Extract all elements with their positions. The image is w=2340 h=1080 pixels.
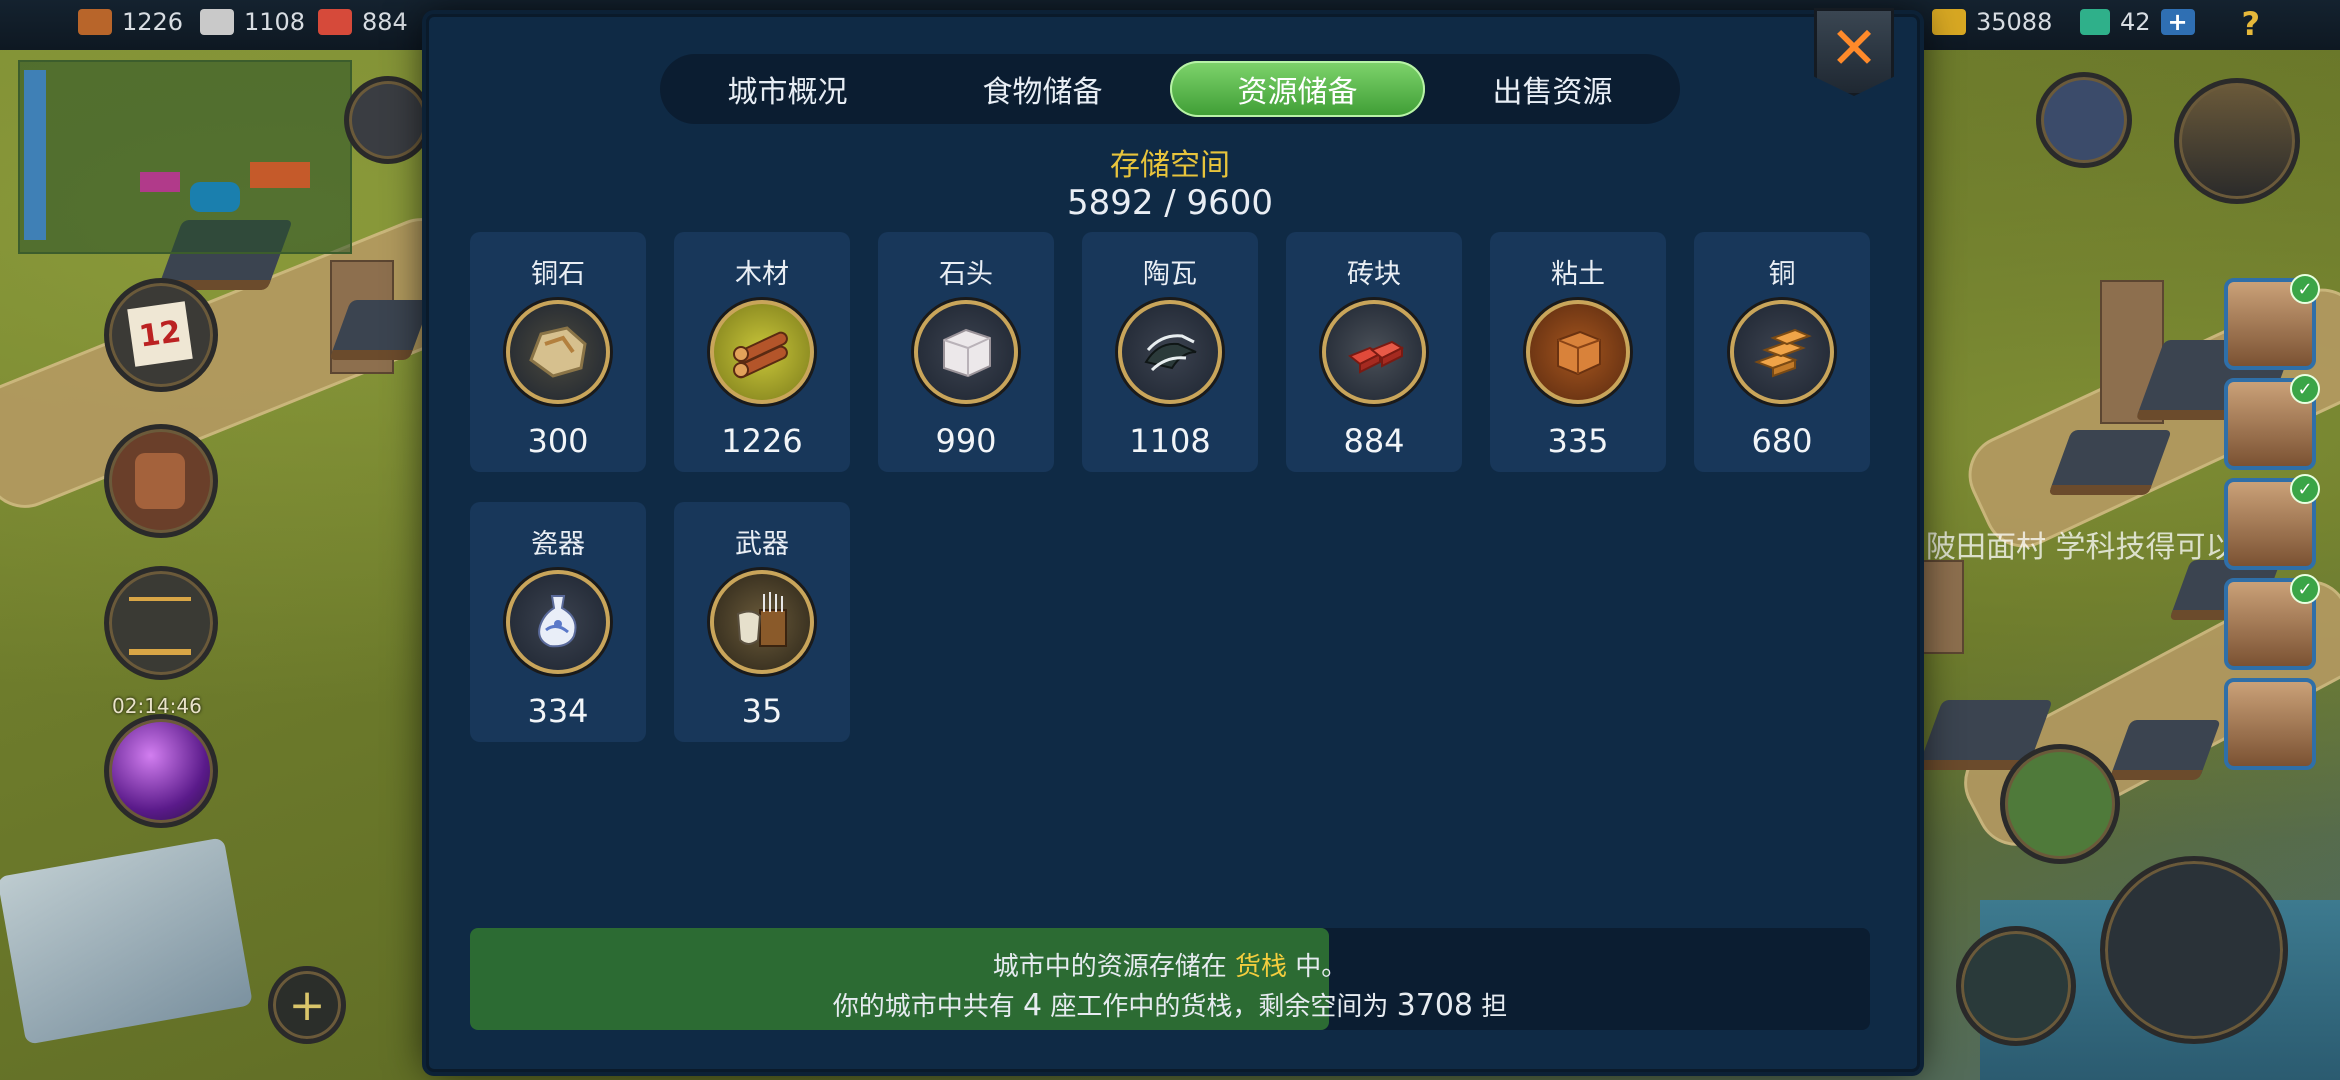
resource-name: 木材 (735, 259, 789, 290)
tile-icon (200, 9, 234, 35)
palace-button[interactable] (2036, 72, 2132, 168)
minimap-lake (190, 182, 240, 212)
warehouse-count: 4 (1023, 988, 1043, 1023)
resource-card-copper[interactable]: 铜 680 (1694, 232, 1870, 472)
minimap-region (140, 172, 180, 192)
chat-button[interactable] (344, 76, 432, 164)
storage-value: 5892 / 9600 (1066, 183, 1274, 223)
calendar-button[interactable]: 12 (104, 278, 218, 392)
top-wood-value: 1226 (122, 8, 184, 36)
info-text: 你的城市中共有 (832, 992, 1015, 1022)
gold-resource: 35088 (1932, 8, 2052, 36)
storage-header: 存储空间 5892 / 9600 (426, 0, 1914, 240)
tower (1920, 560, 1964, 654)
hero-portrait[interactable]: ✓ (2224, 374, 2320, 470)
resource-name: 瓷器 (531, 529, 585, 560)
hero-portrait[interactable]: ✓ (2224, 274, 2320, 370)
wood-icon (78, 9, 112, 35)
backpack-button[interactable] (104, 424, 218, 538)
check-icon: ✓ (2290, 574, 2320, 604)
minimap[interactable] (18, 60, 352, 254)
brick-icon (1322, 300, 1426, 404)
resource-card-clay[interactable]: 粘土 335 (1490, 232, 1666, 472)
resource-card-weapons[interactable]: 武器 35 (674, 502, 850, 742)
storage-info-line2: 你的城市中共有 4 座工作中的货栈，剩余空间为 3708 担 (470, 986, 1870, 1023)
top-tile-value: 1108 (244, 8, 306, 36)
minimap-river (24, 70, 46, 240)
info-text: 中。 (1295, 952, 1348, 982)
resource-card-roof-tile[interactable]: 陶瓦 1108 (1082, 232, 1258, 472)
brick-icon (318, 9, 352, 35)
unit-text: 担 (1481, 992, 1508, 1022)
warehouse-link: 货栈 (1234, 952, 1287, 982)
resource-quantity: 334 (527, 692, 589, 730)
resource-card-timber[interactable]: 木材 1226 (674, 232, 850, 472)
resource-name: 武器 (735, 529, 789, 560)
storage-info-line1: 城市中的资源存储在 货栈 中。 (470, 946, 1870, 983)
remaining-space-value: 3708 (1396, 988, 1473, 1023)
roof-tile-icon (1118, 300, 1222, 404)
timber-icon (710, 300, 814, 404)
resource-quantity: 35 (741, 692, 783, 730)
gem-resource: 42 + (2080, 8, 2195, 36)
gold-value: 35088 (1976, 8, 2053, 36)
check-icon: ✓ (2290, 374, 2320, 404)
buy-gems-button[interactable]: + (2160, 8, 2195, 36)
route-button[interactable] (2000, 744, 2120, 864)
resource-quantity: 1108 (1129, 422, 1211, 460)
info-text: 座工作中的货栈，剩余空间为 (1050, 992, 1389, 1022)
resource-name: 砖块 (1347, 259, 1401, 290)
porcelain-vase-icon (506, 570, 610, 674)
jade-icon (2080, 9, 2110, 35)
resource-name: 陶瓦 (1143, 259, 1197, 290)
resource-quantity: 680 (1751, 422, 1813, 460)
copper-ore-icon (506, 300, 610, 404)
clay-icon (1526, 300, 1630, 404)
add-button[interactable]: + (268, 966, 346, 1044)
build-hammer-button[interactable] (2100, 856, 2288, 1044)
hero-portrait[interactable] (2224, 678, 2316, 770)
storage-capacity-bar: 城市中的资源存储在 货栈 中。 你的城市中共有 4 座工作中的货栈，剩余空间为 … (470, 928, 1870, 1030)
resource-quantity: 884 (1343, 422, 1405, 460)
scales-icon (129, 597, 191, 655)
help-button[interactable]: ? (2241, 5, 2260, 43)
info-text: 城市中的资源存储在 (992, 952, 1227, 982)
storage-label: 存储空间 (1110, 148, 1230, 183)
top-wood-resource: 1226 (78, 8, 183, 36)
resource-quantity: 300 (527, 422, 589, 460)
resource-name: 铜 (1768, 259, 1796, 290)
trade-button[interactable] (104, 566, 218, 680)
shovel-button[interactable] (1956, 926, 2076, 1046)
hero-portrait[interactable]: ✓ (2224, 574, 2320, 670)
resource-card-copper-ore[interactable]: 铜石 300 (470, 232, 646, 472)
resource-name: 铜石 (531, 259, 585, 290)
advisor-portrait[interactable] (2174, 78, 2300, 204)
resource-name: 粘土 (1551, 259, 1605, 290)
resource-quantity: 335 (1547, 422, 1609, 460)
resource-card-porcelain[interactable]: 瓷器 334 (470, 502, 646, 742)
resource-quantity: 990 (935, 422, 997, 460)
magic-orb-button[interactable] (104, 714, 218, 828)
gem-value: 42 (2120, 8, 2151, 36)
minimap-region (250, 162, 310, 188)
check-icon: ✓ (2290, 274, 2320, 304)
stone-block-icon (914, 300, 1018, 404)
hero-portrait[interactable]: ✓ (2224, 474, 2320, 570)
check-icon: ✓ (2290, 474, 2320, 504)
resource-card-stone[interactable]: 石头 990 (878, 232, 1054, 472)
resource-card-brick[interactable]: 砖块 884 (1286, 232, 1462, 472)
resource-name: 石头 (939, 259, 993, 290)
copper-ingot-icon (1730, 300, 1834, 404)
calendar-icon: 12 (127, 301, 193, 367)
gold-ingot-icon (1932, 9, 1966, 35)
top-tile-resource: 1108 (200, 8, 305, 36)
top-brick-value: 884 (362, 8, 408, 36)
backpack-icon (135, 453, 185, 509)
top-brick-resource: 884 (318, 8, 408, 36)
resource-quantity: 1226 (721, 422, 803, 460)
weapons-icon (710, 570, 814, 674)
